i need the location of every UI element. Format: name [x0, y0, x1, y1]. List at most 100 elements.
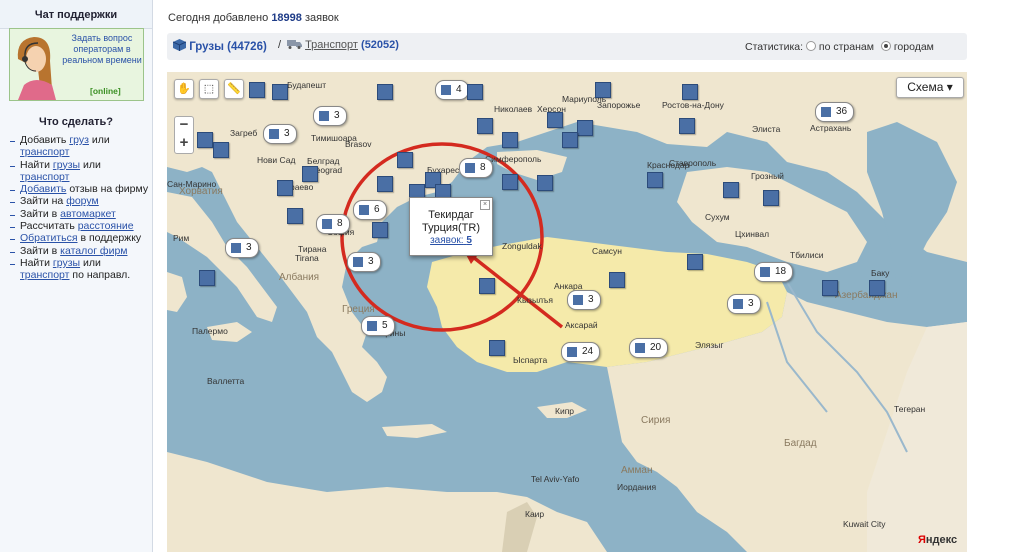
- cargo-box-icon[interactable]: [723, 182, 739, 198]
- todo-link[interactable]: транспорт: [20, 269, 69, 281]
- marker-count[interactable]: 18: [775, 266, 786, 277]
- cargo-box-icon[interactable]: [682, 84, 698, 100]
- chat-widget[interactable]: Задать вопрос операторам в реальном врем…: [9, 28, 144, 101]
- cargo-box-icon[interactable]: [537, 175, 553, 191]
- cargo-count-marker[interactable]: 4: [435, 80, 469, 100]
- cargo-box-icon[interactable]: [377, 84, 393, 100]
- radio-by-city-label[interactable]: городам: [894, 41, 934, 53]
- cargo-box-icon[interactable]: [647, 172, 663, 188]
- cargo-box-icon[interactable]: [763, 190, 779, 206]
- ruler-icon[interactable]: 📏: [224, 79, 244, 99]
- cargo-count-marker[interactable]: 36: [815, 102, 855, 122]
- todo-text: Зайти в: [20, 244, 61, 257]
- radio-by-city[interactable]: [880, 41, 891, 51]
- todo-link[interactable]: грузы: [53, 257, 80, 269]
- popup-count[interactable]: 5: [466, 235, 472, 246]
- todo-link[interactable]: форум: [66, 195, 99, 207]
- marker-count[interactable]: 3: [334, 110, 340, 121]
- todo-link[interactable]: автомаркет: [60, 208, 116, 220]
- cargo-box-icon[interactable]: [477, 118, 493, 134]
- cargo-count-marker[interactable]: 18: [754, 262, 794, 282]
- cargo-box-icon[interactable]: [479, 278, 495, 294]
- marker-count[interactable]: 3: [748, 298, 754, 309]
- cargo-box-icon[interactable]: [562, 132, 578, 148]
- marker-count[interactable]: 24: [582, 346, 593, 357]
- cargo-box-icon[interactable]: [489, 340, 505, 356]
- transport-label[interactable]: Транспорт: [305, 39, 358, 51]
- cargo-box-icon[interactable]: [869, 280, 885, 296]
- zoom-out-button[interactable]: −: [175, 117, 193, 135]
- cargo-count-marker[interactable]: 3: [727, 294, 761, 314]
- cargo-box-icon[interactable]: [372, 222, 388, 238]
- cargo-box-icon[interactable]: [302, 166, 318, 182]
- todo-link[interactable]: Обратиться: [20, 232, 78, 244]
- cargo-box-icon[interactable]: [502, 174, 518, 190]
- marker-count[interactable]: 36: [836, 106, 847, 117]
- cargo-box-icon[interactable]: [679, 118, 695, 134]
- cargo-count-marker[interactable]: 3: [347, 252, 381, 272]
- cargo-box-icon[interactable]: [397, 152, 413, 168]
- stats-label: Статистика:: [745, 41, 804, 53]
- marker-count[interactable]: 8: [480, 162, 486, 173]
- cargo-count-marker[interactable]: 3: [313, 106, 347, 126]
- cargo-count-marker[interactable]: 3: [225, 238, 259, 258]
- cargo-count-marker[interactable]: 8: [459, 158, 493, 178]
- marker-count[interactable]: 3: [368, 256, 374, 267]
- cargo-box-icon[interactable]: [547, 112, 563, 128]
- todo-link[interactable]: расстояние: [78, 220, 134, 232]
- marker-count[interactable]: 6: [374, 204, 380, 215]
- todo-text: или: [80, 158, 101, 171]
- cargo-box-icon[interactable]: [277, 180, 293, 196]
- radio-by-country-label[interactable]: по странам: [819, 41, 874, 53]
- cargo-box-icon[interactable]: [213, 142, 229, 158]
- cargo-box-icon[interactable]: [609, 272, 625, 288]
- popup-orders-link[interactable]: заявок: 5: [410, 235, 492, 246]
- cargo-count-marker[interactable]: 3: [567, 290, 601, 310]
- cargo-box-icon[interactable]: [502, 132, 518, 148]
- cargo-box-icon[interactable]: [377, 176, 393, 192]
- map-type-dropdown[interactable]: Схема ▾: [896, 77, 964, 98]
- cargo-box-icon[interactable]: [595, 82, 611, 98]
- pan-tool-icon[interactable]: ✋: [174, 79, 194, 99]
- todo-link[interactable]: грузы: [53, 159, 80, 171]
- todo-list: Добавить груз или транспорт Найти грузы и…: [8, 134, 150, 282]
- map-type-label[interactable]: Схема: [907, 80, 943, 94]
- cargo-box-icon[interactable]: [822, 280, 838, 296]
- cargo-box-icon[interactable]: [467, 84, 483, 100]
- zoom-area-icon[interactable]: ⬚: [199, 79, 219, 99]
- cargo-box-icon[interactable]: [249, 82, 265, 98]
- cargo-count-marker[interactable]: 3: [263, 124, 297, 144]
- todo-link[interactable]: Добавить: [20, 183, 66, 195]
- cargo-box-icon[interactable]: [199, 270, 215, 286]
- marker-count[interactable]: 8: [337, 218, 343, 229]
- cargo-count-marker[interactable]: 8: [316, 214, 350, 234]
- cargo-count-marker[interactable]: 6: [353, 200, 387, 220]
- todo-link[interactable]: транспорт: [20, 171, 69, 183]
- close-icon[interactable]: ×: [480, 200, 490, 210]
- marker-count[interactable]: 4: [456, 84, 462, 95]
- zoom-in-button[interactable]: +: [175, 135, 193, 153]
- radio-by-country[interactable]: [806, 41, 816, 51]
- cargo-count-marker[interactable]: 24: [561, 342, 601, 362]
- marker-count[interactable]: 3: [588, 294, 594, 305]
- cargo-count-marker[interactable]: 5: [361, 316, 395, 336]
- map[interactable]: Будапешт Николаев Херсон Мариуполь Запорожье…: [167, 72, 967, 552]
- cargo-count-marker[interactable]: 20: [629, 338, 669, 358]
- cargo-box-icon[interactable]: [287, 208, 303, 224]
- marker-count[interactable]: 20: [650, 342, 661, 353]
- cargo-box-icon[interactable]: [272, 84, 288, 100]
- cargo-box-icon[interactable]: [577, 120, 593, 136]
- marker-count[interactable]: 5: [382, 320, 388, 331]
- cargo-box-icon[interactable]: [197, 132, 213, 148]
- todo-link[interactable]: груз: [69, 134, 89, 146]
- todo-link[interactable]: каталог фирм: [60, 245, 127, 257]
- transport-tab[interactable]: Транспорт (52052): [287, 39, 399, 51]
- cargo-tab[interactable]: Грузы (44726): [172, 39, 267, 53]
- todo-link[interactable]: транспорт: [20, 146, 69, 158]
- cargo-box-icon[interactable]: [687, 254, 703, 270]
- marker-count[interactable]: 3: [284, 128, 290, 139]
- cargo-label[interactable]: Грузы: [189, 41, 224, 53]
- marker-count[interactable]: 3: [246, 242, 252, 253]
- popup-link-label[interactable]: заявок:: [430, 235, 463, 246]
- chat-prompt[interactable]: Задать вопрос операторам в реальном врем…: [62, 33, 142, 66]
